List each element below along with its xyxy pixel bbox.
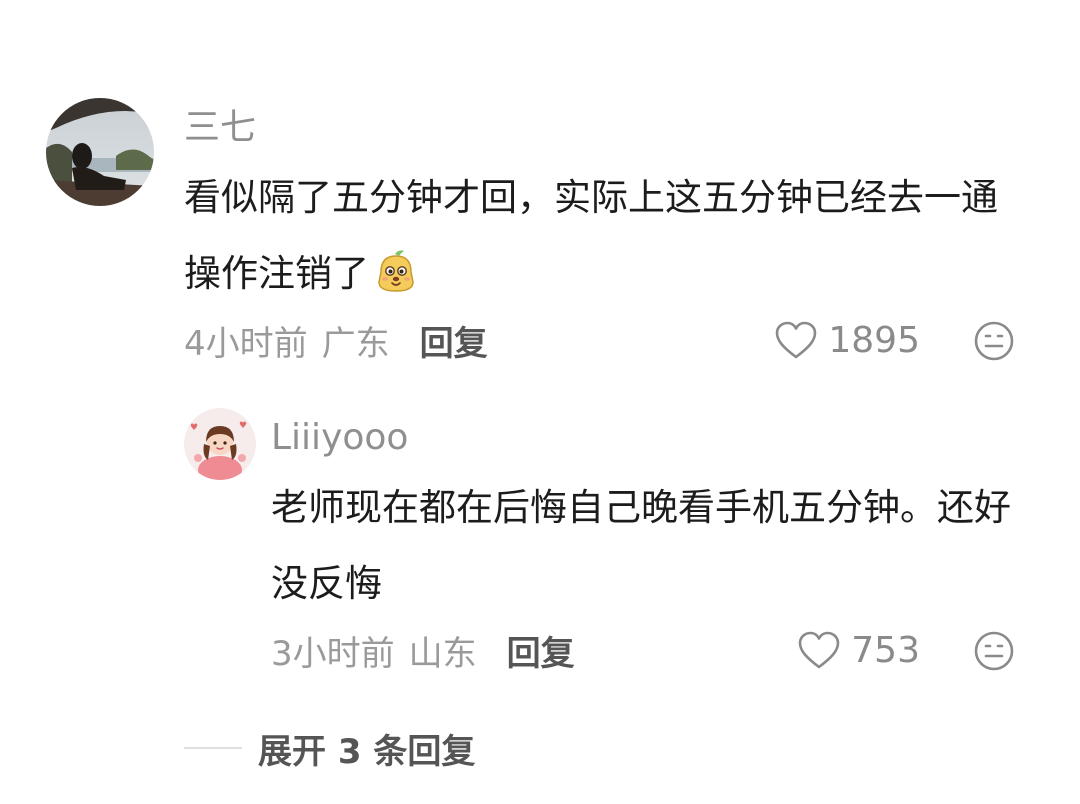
expand-replies-row: 展开 3 条回复 bbox=[184, 724, 475, 772]
heart-icon bbox=[776, 321, 817, 359]
divider-line bbox=[184, 747, 242, 749]
comment-username[interactable]: 三七 bbox=[184, 106, 256, 150]
svg-text:♥: ♥ bbox=[190, 423, 198, 433]
smiling-potato-emoji-icon bbox=[373, 244, 419, 292]
unhappy-face-icon bbox=[974, 631, 1014, 671]
dislike-button[interactable] bbox=[973, 320, 1015, 362]
reply-reply-button[interactable]: 回复 bbox=[507, 626, 575, 675]
comment-time: 4小时前 bbox=[184, 323, 308, 364]
reply-location: 山东 bbox=[408, 633, 477, 674]
reply-like-button[interactable]: 753 bbox=[797, 626, 920, 674]
reply-user-avatar[interactable]: ♥ ♥ bbox=[184, 408, 256, 480]
unhappy-face-icon bbox=[974, 321, 1014, 361]
reply-meta: 3小时前 山东 回复 bbox=[271, 626, 575, 674]
like-button[interactable]: 1895 bbox=[774, 316, 920, 364]
reply-button[interactable]: 回复 bbox=[420, 316, 488, 365]
expand-replies-button[interactable]: 展开 3 条回复 bbox=[258, 724, 475, 773]
reply-dislike-button[interactable] bbox=[973, 630, 1015, 672]
comment-meta: 4小时前 广东 回复 bbox=[184, 316, 488, 364]
reply-text: 老师现在都在后悔自己晚看手机五分钟。还好没反悔 bbox=[271, 486, 1011, 605]
comment-text: 看似隔了五分钟才回，实际上这五分钟已经去一通操作注销了 bbox=[184, 160, 1034, 312]
comment-thread: 三七 看似隔了五分钟才回，实际上这五分钟已经去一通操作注销了 4小时前 广东 回… bbox=[0, 0, 1080, 804]
reply-time: 3小时前 bbox=[271, 633, 395, 674]
reply-like-count: 753 bbox=[851, 629, 920, 671]
like-count: 1895 bbox=[828, 319, 920, 361]
reply-username[interactable]: Liiiyooo bbox=[271, 416, 408, 460]
comment-location: 广东 bbox=[321, 323, 390, 364]
svg-text:♥: ♥ bbox=[239, 421, 247, 431]
user-avatar[interactable] bbox=[46, 98, 154, 206]
heart-icon bbox=[798, 631, 840, 669]
comment-text-body: 看似隔了五分钟才回，实际上这五分钟已经去一通操作注销了 bbox=[184, 176, 998, 295]
